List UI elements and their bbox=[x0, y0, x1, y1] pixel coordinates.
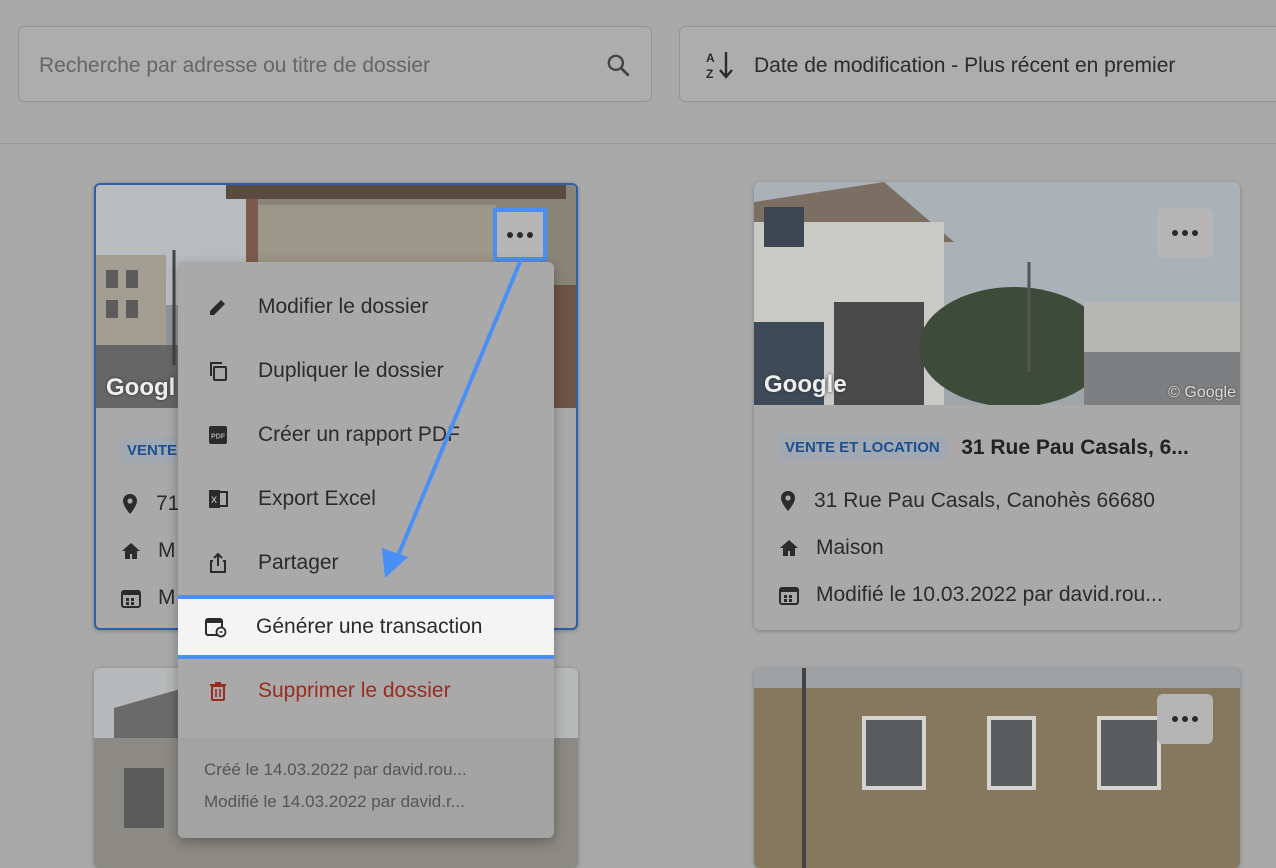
excel-icon: X bbox=[209, 490, 228, 508]
house-icon bbox=[122, 542, 140, 559]
dot bbox=[527, 231, 533, 238]
status-badge: VENTE ET LOCATION bbox=[778, 435, 947, 460]
dot bbox=[517, 231, 523, 238]
folder-card[interactable] bbox=[754, 668, 1240, 868]
menu-item-label: Export Excel bbox=[258, 487, 376, 510]
modified-text: M bbox=[158, 585, 176, 609]
more-options-button[interactable] bbox=[1157, 208, 1213, 258]
folder-card[interactable]: Google © Google VENTE ET LOCATION 31 Rue… bbox=[754, 182, 1240, 630]
modified-text: Modifié le 10.03.2022 par david.rou... bbox=[816, 582, 1163, 606]
google-watermark: Googl bbox=[106, 374, 176, 401]
google-copyright: © Google bbox=[1168, 384, 1236, 401]
menu-item-label: Partager bbox=[258, 551, 339, 574]
menu-item-label: Supprimer le dossier bbox=[258, 679, 451, 702]
trash-icon bbox=[210, 682, 226, 701]
menu-item-pdf-report[interactable]: PDF Créer un rapport PDF bbox=[178, 403, 554, 467]
menu-item-generate-transaction[interactable]: Générer une transaction bbox=[178, 595, 554, 659]
sort-label: Date de modification - Plus récent en pr… bbox=[754, 54, 1176, 77]
more-options-button[interactable] bbox=[1157, 694, 1213, 744]
more-options-button-highlighted[interactable] bbox=[493, 208, 547, 261]
house-icon bbox=[780, 539, 798, 556]
address-row: 31 Rue Pau Casals, Canohès 66680 bbox=[778, 477, 1230, 524]
card-title: 31 Rue Pau Casals, 6... bbox=[961, 435, 1189, 459]
menu-item-label: Créer un rapport PDF bbox=[258, 423, 460, 446]
svg-text:Z: Z bbox=[706, 67, 713, 81]
search-icon[interactable] bbox=[605, 52, 631, 83]
menu-item-delete[interactable]: Supprimer le dossier bbox=[178, 659, 554, 723]
menu-item-share[interactable]: Partager bbox=[178, 531, 554, 595]
menu-item-duplicate[interactable]: Dupliquer le dossier bbox=[178, 339, 554, 403]
dot bbox=[1172, 230, 1178, 236]
calendar-sync-icon bbox=[205, 618, 227, 638]
menu-footer: Créé le 14.03.2022 par david.rou... Modi… bbox=[178, 738, 554, 838]
address-text: 71 bbox=[156, 491, 180, 515]
menu-item-label: Modifier le dossier bbox=[258, 295, 429, 318]
search-placeholder: Recherche par adresse ou titre de dossie… bbox=[39, 54, 431, 77]
dot bbox=[1182, 716, 1188, 722]
dot bbox=[1182, 230, 1188, 236]
menu-item-label: Générer une transaction bbox=[256, 615, 483, 638]
dot bbox=[1192, 230, 1198, 236]
dot bbox=[507, 231, 513, 238]
location-pin-icon bbox=[781, 490, 795, 511]
sort-az-icon: A Z bbox=[704, 49, 736, 86]
modified-row: Modifié le 10.03.2022 par david.rou... bbox=[778, 571, 1230, 618]
location-pin-icon bbox=[123, 493, 137, 514]
context-menu: Modifier le dossier Dupliquer le dossier… bbox=[178, 262, 554, 838]
menu-item-edit[interactable]: Modifier le dossier bbox=[178, 275, 554, 339]
property-type: M bbox=[158, 538, 176, 562]
toolbar: Recherche par adresse ou titre de dossie… bbox=[0, 0, 1276, 144]
copy-icon bbox=[210, 362, 227, 381]
type-row: Maison bbox=[778, 524, 1230, 571]
google-watermark: Google bbox=[764, 371, 847, 398]
dot bbox=[1192, 716, 1198, 722]
calendar-icon bbox=[121, 589, 141, 608]
calendar-icon bbox=[779, 586, 799, 605]
created-info: Créé le 14.03.2022 par david.rou... bbox=[204, 760, 467, 779]
svg-text:X: X bbox=[211, 495, 217, 505]
address-text: 31 Rue Pau Casals, Canohès 66680 bbox=[814, 488, 1155, 512]
modified-info: Modifié le 14.03.2022 par david.r... bbox=[204, 792, 465, 811]
menu-item-label: Dupliquer le dossier bbox=[258, 359, 444, 382]
sort-dropdown[interactable]: A Z Date de modification - Plus récent e… bbox=[679, 26, 1276, 102]
property-type: Maison bbox=[816, 535, 884, 559]
pencil-icon bbox=[210, 300, 225, 315]
pdf-icon: PDF bbox=[209, 426, 227, 444]
share-icon bbox=[210, 552, 226, 573]
svg-text:PDF: PDF bbox=[211, 434, 226, 441]
menu-item-export-excel[interactable]: X Export Excel bbox=[178, 467, 554, 531]
svg-text:A: A bbox=[706, 51, 715, 65]
dot bbox=[1172, 716, 1178, 722]
status-badge: VENTE bbox=[120, 438, 185, 463]
search-field[interactable]: Recherche par adresse ou titre de dossie… bbox=[18, 26, 652, 102]
